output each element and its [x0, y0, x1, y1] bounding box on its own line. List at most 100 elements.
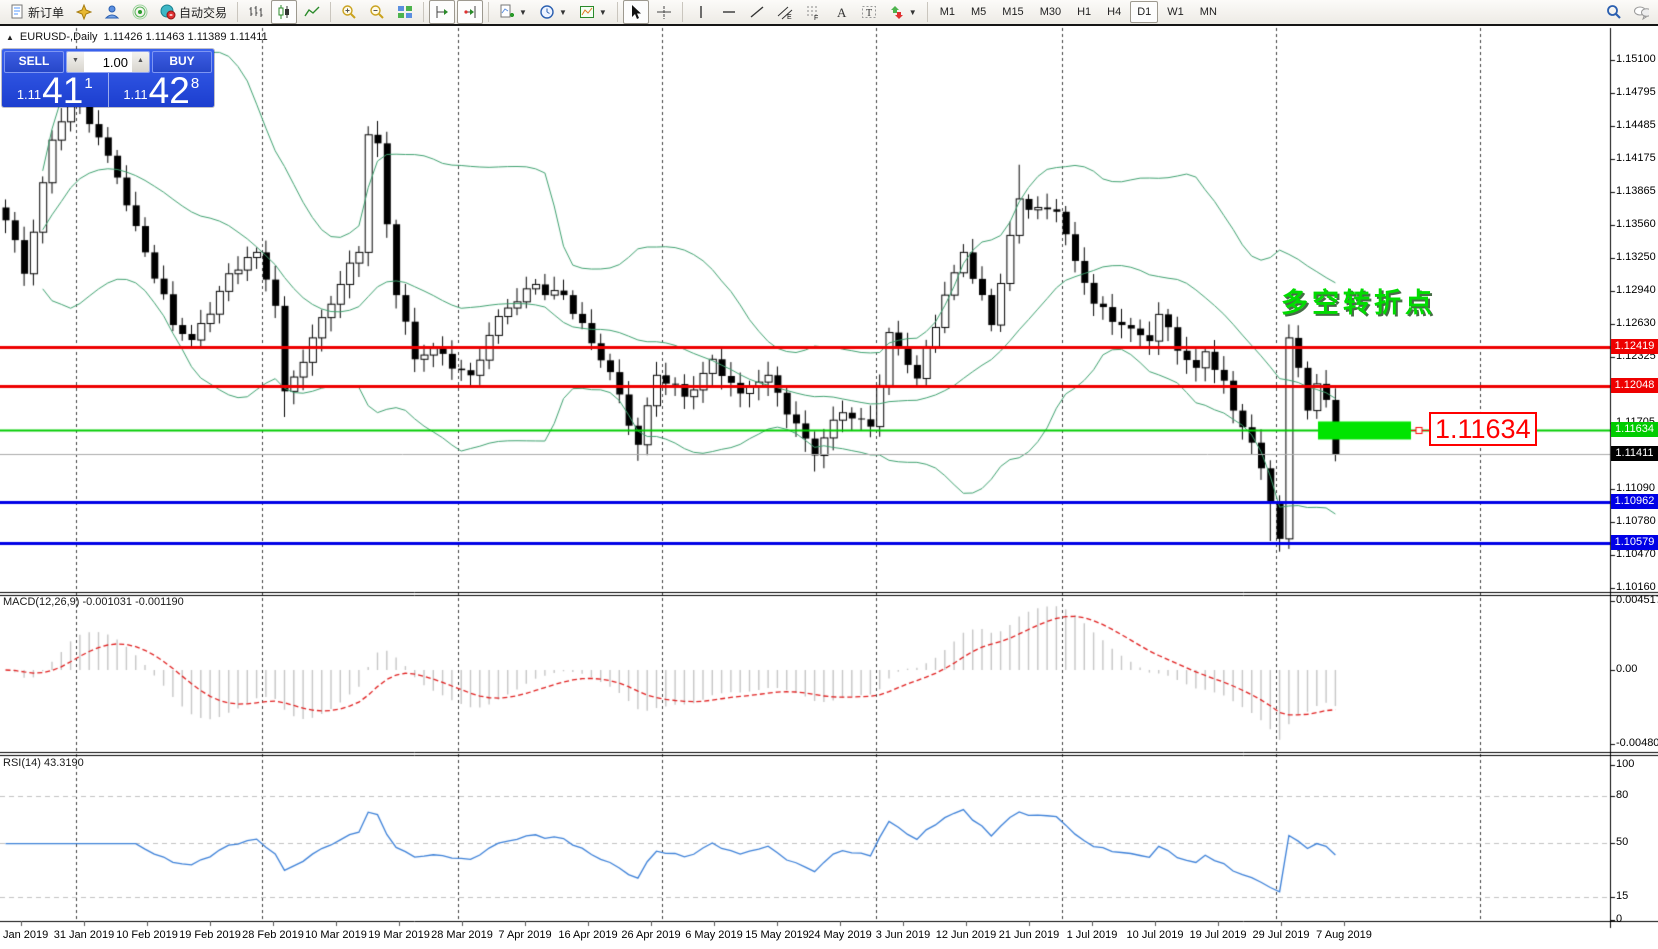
panel-collapse-icon[interactable]: ▲ [6, 33, 14, 42]
price-tick-label: 1.11090 [1616, 482, 1655, 494]
date-tick-label: 24 May 2019 [808, 929, 872, 941]
sell-price-prefix: 1.11 [17, 87, 41, 102]
equidistant-channel-button[interactable]: E [772, 0, 798, 24]
date-tick-label: 12 Jun 2019 [936, 929, 997, 941]
fibonacci-button[interactable]: F [800, 0, 826, 24]
vertical-line-icon [693, 4, 709, 20]
rsi-tick-label: 100 [1616, 758, 1634, 770]
date-tick-label: 10 Feb 2019 [116, 929, 178, 941]
chart-text-annotation[interactable]: 多空转折点 [1281, 281, 1436, 320]
line-chart-mode-button[interactable] [299, 0, 325, 24]
template-icon [579, 4, 595, 20]
volume-increase-button[interactable]: ▲ [132, 52, 149, 72]
bar-chart-icon [248, 4, 264, 20]
symbol-header: ▲ EURUSD-,Daily 1.11426 1.11463 1.11389 … [6, 31, 268, 43]
dropdown-arrow-icon[interactable]: ▼ [559, 8, 567, 17]
signals-button[interactable] [127, 0, 153, 24]
chat-button[interactable] [1628, 0, 1654, 24]
timeframe-w1-button[interactable]: W1 [1160, 1, 1191, 23]
toolbar-separator [237, 2, 238, 22]
new-order-button-label: 新订单 [28, 4, 64, 21]
rsi-indicator-label: RSI(14) 43.3190 [3, 757, 84, 769]
profile-icon [104, 4, 120, 20]
toolbar-separator [423, 2, 424, 22]
date-tick-label: 10 Mar 2019 [305, 929, 367, 941]
cursor-icon [628, 4, 644, 20]
dropdown-arrow-icon[interactable]: ▼ [599, 8, 607, 17]
toolbar-separator [330, 2, 331, 22]
buy-price-big: 42 [149, 76, 190, 106]
search-button[interactable] [1600, 0, 1626, 24]
date-tick-label: 3 Jun 2019 [876, 929, 930, 941]
timeframe-mn-button[interactable]: MN [1193, 1, 1224, 23]
rsi-tick-label: 0 [1616, 913, 1622, 925]
templates-button[interactable]: ▼ [574, 0, 612, 24]
trendline-button[interactable] [744, 0, 770, 24]
zoom-in-button[interactable] [336, 0, 362, 24]
line-price-tag: 1.12419 [1611, 339, 1658, 354]
timeframe-m30-button[interactable]: M30 [1033, 1, 1068, 23]
volume-input[interactable] [84, 52, 132, 72]
date-tick-label: 19 Mar 2019 [368, 929, 430, 941]
zoom-out-icon [369, 4, 385, 20]
volume-decrease-button[interactable]: ▼ [67, 52, 84, 72]
toolbar-separator [927, 2, 928, 22]
autotrade-icon [160, 4, 176, 20]
new-order-button[interactable]: 新订单 [4, 0, 69, 24]
timeframe-h4-button[interactable]: H4 [1100, 1, 1128, 23]
line-price-tag: 1.10579 [1611, 535, 1658, 550]
date-tick-label: 19 Jul 2019 [1190, 929, 1247, 941]
svg-text:E: E [787, 14, 792, 20]
date-tick-label: 16 Apr 2019 [558, 929, 617, 941]
dropdown-arrow-icon[interactable]: ▼ [909, 8, 917, 17]
timeframe-m15-button[interactable]: M15 [995, 1, 1030, 23]
toolbar-separator [617, 2, 618, 22]
svg-text:F: F [814, 15, 818, 20]
timeframe-h1-button[interactable]: H1 [1070, 1, 1098, 23]
cursor-button[interactable] [623, 0, 649, 24]
candlestick-icon [276, 4, 292, 20]
date-tick-label: 15 May 2019 [745, 929, 809, 941]
auto-trading-button[interactable]: 自动交易 [155, 0, 232, 24]
price-tick-label: 1.12940 [1616, 284, 1656, 296]
chart-wizard-button[interactable] [71, 0, 97, 24]
zoom-out-button[interactable] [364, 0, 390, 24]
toolbar-separator [682, 2, 683, 22]
periods-button[interactable]: ▼ [534, 0, 572, 24]
shift-end-button[interactable] [429, 0, 455, 24]
dropdown-arrow-icon[interactable]: ▼ [519, 8, 527, 17]
vertical-line-button[interactable] [688, 0, 714, 24]
indicators-button[interactable]: ▼ [494, 0, 532, 24]
price-tick-label: 1.14175 [1616, 152, 1656, 164]
sell-price[interactable]: 1.11 41 1 [2, 73, 109, 107]
tile-windows-button[interactable] [392, 0, 418, 24]
bar-chart-mode-button[interactable] [243, 0, 269, 24]
auto-trading-button-label: 自动交易 [179, 4, 227, 21]
arrows-button[interactable]: ▼ [884, 0, 922, 24]
text-label-button[interactable]: T [856, 0, 882, 24]
timeframe-m1-button[interactable]: M1 [933, 1, 962, 23]
date-tick-label: 19 Feb 2019 [179, 929, 241, 941]
price-tick-label: 1.10780 [1616, 515, 1656, 527]
candle-chart-mode-button[interactable] [271, 0, 297, 24]
timeframe-d1-button[interactable]: D1 [1130, 1, 1158, 23]
sell-price-sup: 1 [84, 75, 92, 92]
crosshair-icon [656, 4, 672, 20]
buy-price[interactable]: 1.11 42 8 [109, 73, 215, 107]
price-level-label-box[interactable]: 1.11634 [1429, 412, 1537, 446]
price-tick-label: 1.14485 [1616, 119, 1656, 131]
horizontal-line-button[interactable] [716, 0, 742, 24]
market-watch-button[interactable] [99, 0, 125, 24]
timeframe-m5-button[interactable]: M5 [964, 1, 993, 23]
svg-text:T: T [866, 8, 872, 19]
text-button[interactable]: A [828, 0, 854, 24]
chart-canvas[interactable] [0, 0, 1658, 949]
auto-scroll-button[interactable] [457, 0, 483, 24]
buy-price-prefix: 1.11 [123, 87, 147, 102]
crosshair-button[interactable] [651, 0, 677, 24]
auto-scroll-icon [462, 4, 478, 20]
line-price-tag: 1.12048 [1611, 378, 1658, 393]
signal-icon [132, 4, 148, 20]
price-tick-label: 1.14795 [1616, 86, 1656, 98]
date-tick-label: 28 Mar 2019 [431, 929, 493, 941]
